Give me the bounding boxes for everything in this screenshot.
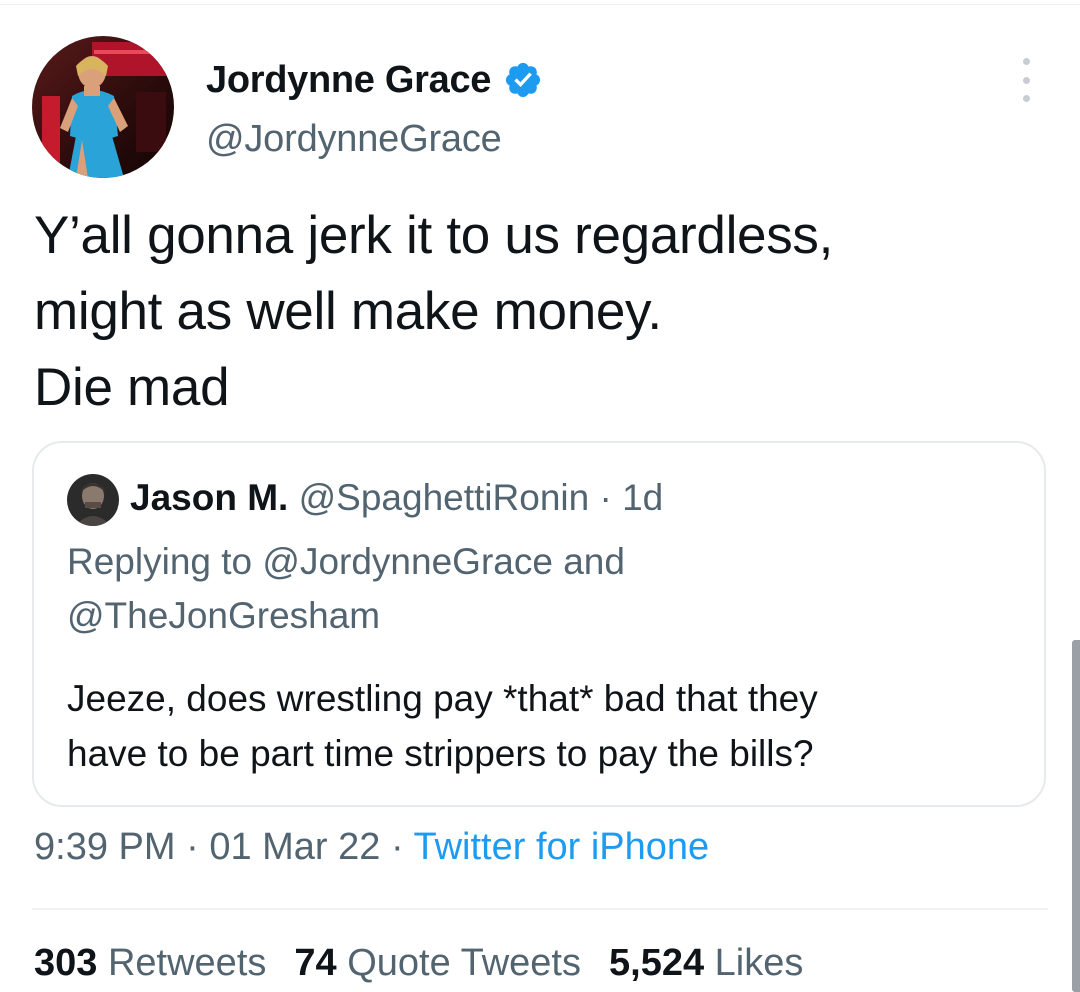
quoted-age[interactable]: 1d bbox=[622, 477, 663, 518]
tweet-detail-view: Jordynne Grace @JordynneGrace Y’all gonn… bbox=[0, 0, 1080, 992]
tweet-source-link[interactable]: Twitter for iPhone bbox=[414, 826, 710, 868]
tweet-date[interactable]: 01 Mar 22 bbox=[209, 826, 380, 868]
stats-divider bbox=[32, 908, 1048, 910]
author-name[interactable]: Jordynne Grace bbox=[206, 59, 491, 102]
quoted-author-name[interactable]: Jason M. bbox=[130, 477, 288, 518]
meta-dot: · bbox=[380, 826, 414, 868]
scrollbar[interactable] bbox=[1072, 640, 1080, 992]
meta-dot: · bbox=[175, 826, 210, 868]
quoted-author-avatar[interactable] bbox=[67, 474, 119, 526]
author-name-row[interactable]: Jordynne Grace bbox=[206, 56, 543, 104]
replying-to-line: @TheJonGresham bbox=[67, 595, 381, 636]
tweet-text: Y’all gonna jerk it to us regardless, mi… bbox=[34, 198, 1044, 426]
tweet-text-line: Y’all gonna jerk it to us regardless, bbox=[34, 206, 834, 265]
quoted-header: Jason M. @SpaghettiRonin · 1d bbox=[130, 477, 663, 519]
likes-count: 5,524 bbox=[609, 942, 705, 984]
author-avatar[interactable] bbox=[32, 36, 174, 178]
replying-to: Replying to @JordynneGrace and @TheJonGr… bbox=[67, 535, 625, 643]
quote-tweets-label: Quote Tweets bbox=[347, 942, 581, 984]
engagement-stats: 303 Retweets 74 Quote Tweets 5,524 Likes bbox=[34, 942, 831, 985]
more-dot bbox=[1022, 58, 1030, 65]
author-handle[interactable]: @JordynneGrace bbox=[206, 118, 502, 161]
tweet-meta: 9:39 PM · 01 Mar 22 · Twitter for iPhone bbox=[34, 826, 709, 869]
quoted-author-handle[interactable]: @SpaghettiRonin bbox=[299, 477, 590, 518]
quoted-tweet-text: Jeeze, does wrestling pay *that* bad tha… bbox=[67, 671, 818, 781]
tweet-text-line: Die mad bbox=[34, 358, 230, 417]
quote-tweets-stat[interactable]: 74 Quote Tweets bbox=[294, 942, 581, 984]
tweet-text-line: might as well make money. bbox=[34, 282, 662, 341]
more-dot bbox=[1022, 76, 1030, 84]
verified-badge-icon bbox=[506, 62, 541, 98]
retweets-count: 303 bbox=[34, 942, 98, 984]
replying-to-line: Replying to @JordynneGrace and bbox=[67, 541, 625, 582]
more-dot bbox=[1022, 95, 1030, 102]
quote-tweets-count: 74 bbox=[294, 942, 337, 984]
quoted-text-line: have to be part time strippers to pay th… bbox=[67, 733, 814, 774]
top-divider bbox=[0, 4, 1080, 5]
avatar-photo bbox=[32, 36, 174, 178]
quoted-text-line: Jeeze, does wrestling pay *that* bad tha… bbox=[67, 678, 818, 719]
separator-dot: · bbox=[589, 477, 623, 518]
retweets-stat[interactable]: 303 Retweets bbox=[34, 942, 266, 984]
quoted-tweet-card[interactable]: Jason M. @SpaghettiRonin · 1d Replying t… bbox=[32, 441, 1046, 807]
likes-stat[interactable]: 5,524 Likes bbox=[609, 942, 803, 984]
tweet-time[interactable]: 9:39 PM bbox=[34, 826, 176, 868]
likes-label: Likes bbox=[714, 942, 804, 984]
retweets-label: Retweets bbox=[107, 942, 267, 984]
quoted-avatar-photo bbox=[67, 474, 119, 526]
more-options-icon[interactable] bbox=[1012, 58, 1040, 102]
